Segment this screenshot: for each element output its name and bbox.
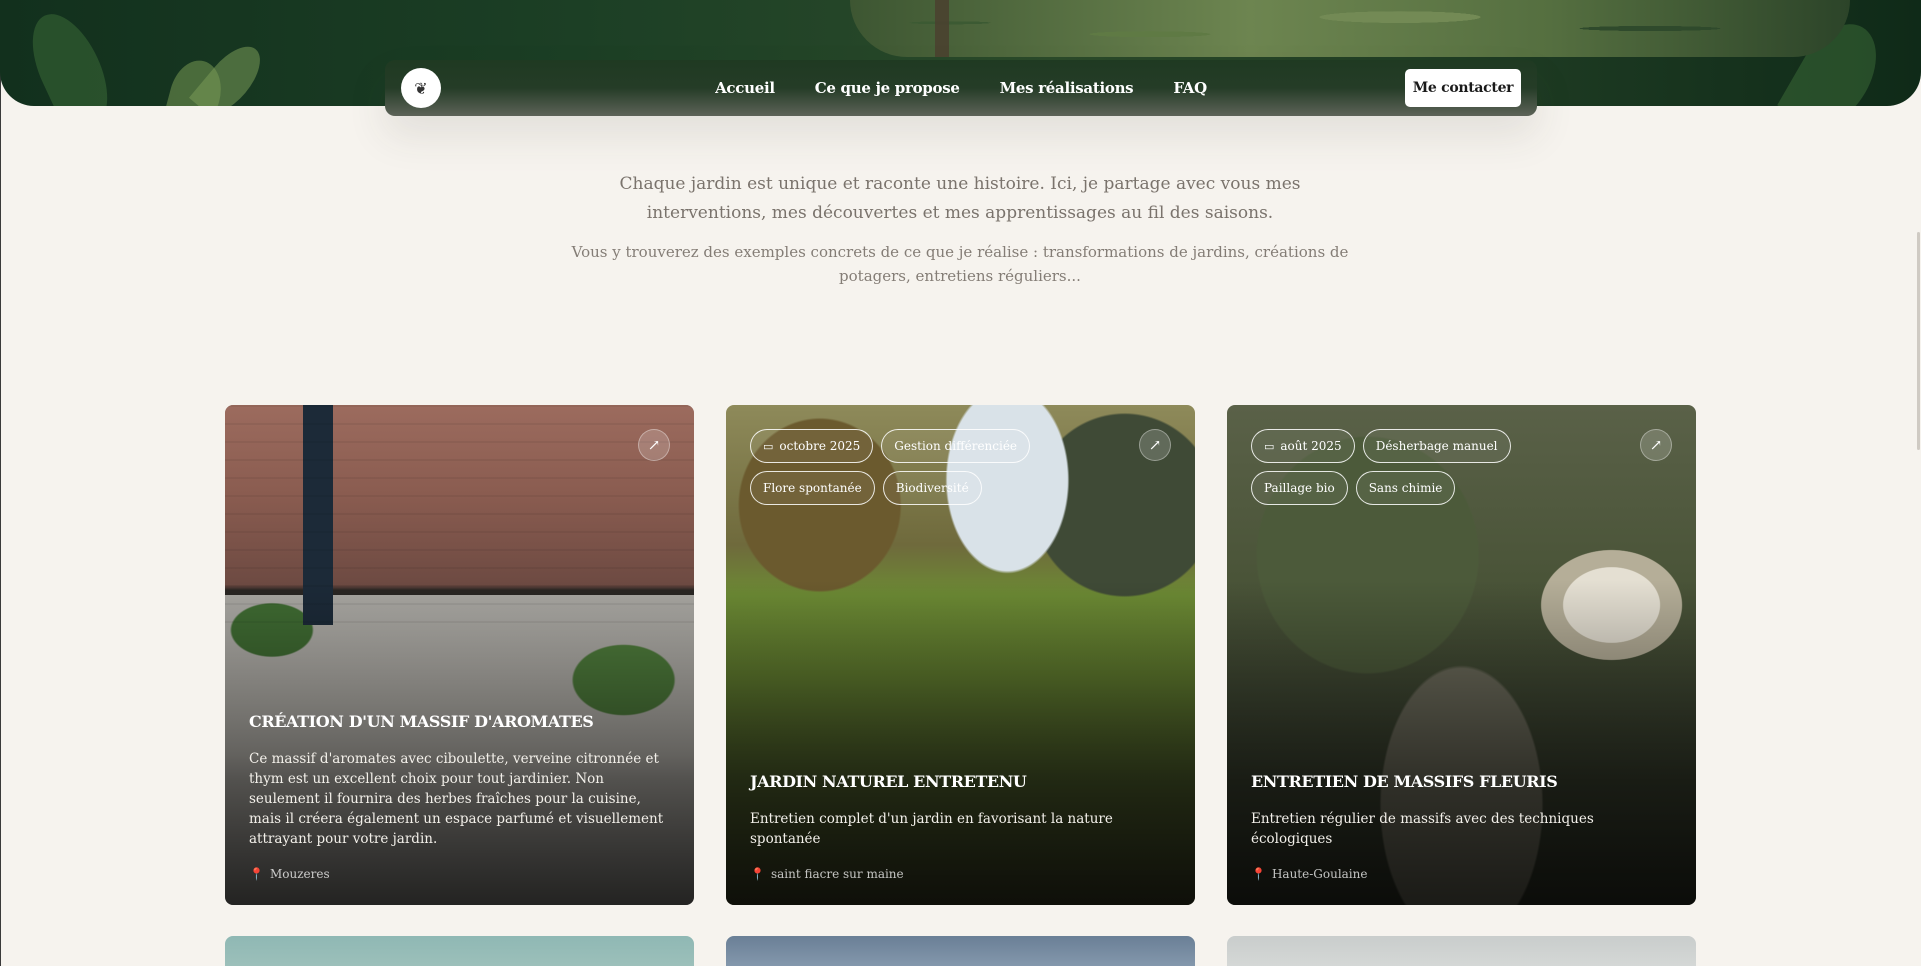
location-pin-icon: 📍 [1251,867,1266,881]
card-tags: ▭ octobre 2025 Gestion différenciée Flor… [750,429,1110,505]
nav-link-accueil[interactable]: Accueil [715,79,775,97]
main-navbar: ❦ Accueil Ce que je propose Mes réalisat… [385,60,1537,116]
leaf-decoration [17,2,123,106]
card-content: Création d'un massif d'aromates Ce massi… [249,712,670,881]
scrollbar-thumb[interactable] [1917,232,1920,450]
card-title: Création d'un massif d'aromates [249,712,594,731]
tag: Sans chimie [1355,471,1456,505]
location-label: Haute-Goulaine [1271,867,1368,881]
project-card-partial[interactable] [1227,936,1696,966]
nav-link-ce-que-je-propose[interactable]: Ce que je propose [815,79,960,97]
nav-links: Accueil Ce que je propose Mes réalisatio… [385,60,1537,116]
card-description: Entretien régulier de massifs avec des t… [1251,811,1594,847]
tag-label: Biodiversité [895,481,969,495]
tag: Désherbage manuel [1362,429,1511,463]
date-tag: ▭ août 2025 [1251,429,1355,463]
open-arrow-icon[interactable]: ↗ [1139,429,1171,461]
project-card[interactable]: ▭ août 2025 Désherbage manuel Paillage b… [1227,405,1696,905]
tag-label: octobre 2025 [779,439,861,453]
card-location: 📍 Mouzeres [249,867,670,881]
calendar-icon: ▭ [1264,439,1275,453]
open-arrow-icon[interactable]: ↗ [638,429,670,461]
project-card-partial[interactable] [225,936,694,966]
project-card-partial[interactable] [726,936,1195,966]
contact-button[interactable]: Me contacter [1405,69,1521,107]
project-card[interactable]: ▭ octobre 2025 Gestion différenciée Flor… [726,405,1195,905]
card-title: Entretien de massifs fleuris [1251,772,1558,791]
location-pin-icon: 📍 [249,867,264,881]
card-description: Ce massif d'aromates avec ciboulette, ve… [249,751,664,847]
tag-label: Sans chimie [1368,481,1443,495]
card-description: Entretien complet d'un jardin en favoris… [750,811,1113,847]
tag: Paillage bio [1251,471,1348,505]
calendar-icon: ▭ [763,439,774,453]
location-pin-icon: 📍 [750,867,765,881]
tree-trunk [935,0,949,57]
tag-label: Désherbage manuel [1375,439,1498,453]
intro-subparagraph: Vous y trouverez des exemples concrets d… [571,243,1349,285]
tag-label: Flore spontanée [763,481,862,495]
card-content: Jardin naturel entretenu Entretien compl… [750,772,1171,881]
open-arrow-icon[interactable]: ↗ [1640,429,1672,461]
date-tag: ▭ octobre 2025 [750,429,874,463]
project-card[interactable]: ↗ Création d'un massif d'aromates Ce mas… [225,405,694,905]
tag-label: août 2025 [1280,439,1342,453]
card-location: 📍 Haute-Goulaine [1251,867,1672,881]
intro-paragraph: Chaque jardin est unique et raconte une … [619,174,1301,223]
location-label: Mouzeres [269,867,330,881]
location-label: saint fiacre sur maine [770,867,904,881]
tag: Biodiversité [882,471,982,505]
tag-label: Paillage bio [1264,481,1335,495]
page-edge [0,0,1,966]
hero-garden-photo [850,0,1850,57]
page-scrollbar[interactable] [1915,0,1921,966]
card-tags: ▭ août 2025 Désherbage manuel Paillage b… [1251,429,1611,505]
card-location: 📍 saint fiacre sur maine [750,867,1171,881]
card-content: Entretien de massifs fleuris Entretien r… [1251,772,1672,881]
nav-link-mes-realisations[interactable]: Mes réalisations [1000,79,1134,97]
card-title: Jardin naturel entretenu [750,772,1027,791]
nav-link-faq[interactable]: FAQ [1173,79,1207,97]
tag: Gestion différenciée [881,429,1031,463]
tag: Flore spontanée [750,471,875,505]
tag-label: Gestion différenciée [894,439,1018,453]
intro-section: Chaque jardin est unique et raconte une … [560,170,1360,288]
